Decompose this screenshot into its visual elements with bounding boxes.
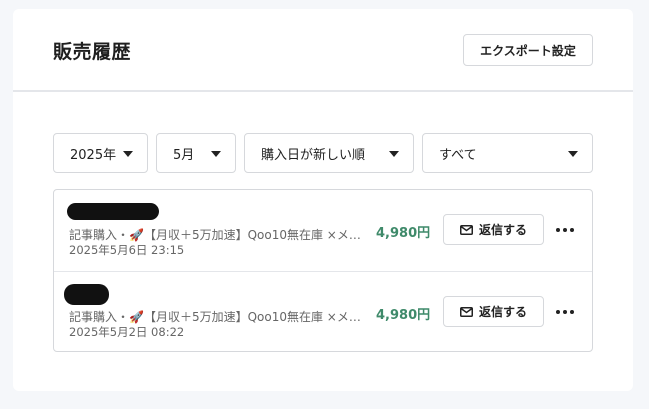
status-select-value: すべて	[439, 147, 477, 163]
sales-list: 記事購入・🚀【月収＋5万加速】Qoo10無在庫 ×メルカリ転売 2025年5月6…	[53, 189, 593, 352]
reply-button-label: 返信する	[478, 223, 527, 237]
chevron-down-icon	[123, 151, 133, 157]
export-settings-button[interactable]: エクスポート設定	[463, 34, 593, 66]
chevron-down-icon	[389, 151, 399, 157]
page-header: 販売履歴 エクスポート設定	[13, 9, 633, 92]
mail-icon	[459, 306, 473, 317]
month-select[interactable]: 5月	[156, 133, 236, 173]
sale-price: 4,980円	[376, 308, 431, 323]
page-title: 販売履歴	[53, 41, 132, 63]
reply-button-label: 返信する	[478, 305, 527, 319]
purchase-date: 2025年5月2日 08:22	[69, 325, 185, 339]
reply-button[interactable]: 返信する	[443, 296, 544, 327]
chevron-down-icon	[568, 151, 578, 157]
sort-select-value: 購入日が新しい順	[261, 147, 366, 163]
item-title: 記事購入・🚀【月収＋5万加速】Qoo10無在庫 ×メルカリ転売	[69, 228, 366, 242]
sales-row: 記事購入・🚀【月収＋5万加速】Qoo10無在庫 ×メルカリ転売 2025年5月2…	[54, 271, 592, 352]
purchase-date: 2025年5月6日 23:15	[69, 243, 185, 257]
more-options-icon[interactable]	[554, 220, 576, 240]
buyer-name-redacted	[67, 203, 159, 220]
month-select-value: 5月	[173, 147, 195, 163]
reply-button[interactable]: 返信する	[443, 214, 544, 245]
sales-history-card: 販売履歴 エクスポート設定 2025年 5月 購入日が新しい順 すべて 記事購入…	[13, 9, 633, 391]
status-select[interactable]: すべて	[422, 133, 593, 173]
sale-price: 4,980円	[376, 226, 431, 241]
sales-row: 記事購入・🚀【月収＋5万加速】Qoo10無在庫 ×メルカリ転売 2025年5月6…	[54, 190, 592, 271]
chevron-down-icon	[211, 151, 221, 157]
year-select[interactable]: 2025年	[53, 133, 148, 173]
more-options-icon[interactable]	[554, 302, 576, 322]
buyer-name-redacted	[64, 284, 109, 305]
item-title: 記事購入・🚀【月収＋5万加速】Qoo10無在庫 ×メルカリ転売	[69, 310, 366, 324]
mail-icon	[459, 224, 473, 235]
year-select-value: 2025年	[70, 147, 117, 163]
sort-select[interactable]: 購入日が新しい順	[244, 133, 414, 173]
